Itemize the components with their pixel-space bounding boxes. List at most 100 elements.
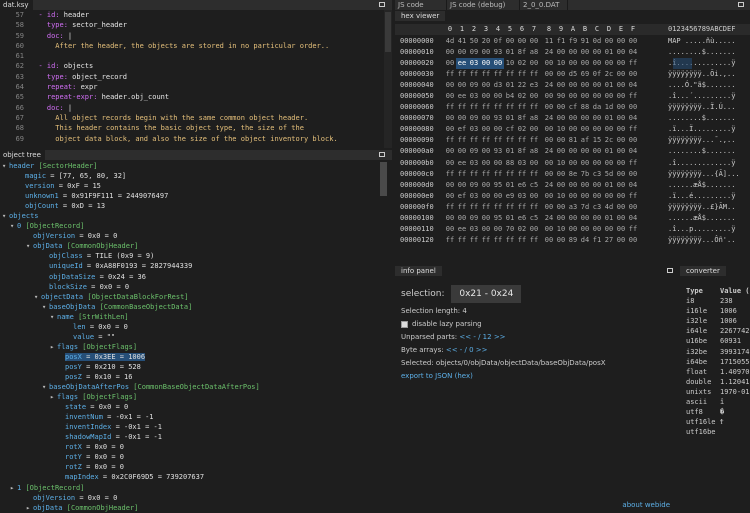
unparsed-nav[interactable]: << - / 12 >> — [459, 333, 505, 341]
hex-row[interactable]: 00000000 4d 41 50 20 0f 00 00 00 11 f1 f9 91 0d 00 00 00… — [395, 36, 750, 47]
hex-byte[interactable]: d3 — [492, 80, 504, 91]
hex-byte[interactable]: ef — [456, 191, 468, 202]
hex-byte[interactable]: 00 — [543, 102, 555, 113]
tree-row[interactable]: objVersion = 0x0 = 0 — [0, 493, 380, 503]
hex-byte[interactable]: 00 — [555, 102, 567, 113]
hex-byte[interactable]: 04 — [627, 146, 639, 157]
hex-byte[interactable]: 00 — [480, 224, 492, 235]
tab-js-code-debug[interactable]: JS code (debug) — [447, 0, 520, 10]
hex-byte[interactable]: c5 — [528, 180, 540, 191]
tree-node[interactable]: version = 0xF = 15 — [25, 182, 101, 190]
hex-byte[interactable]: 00 — [444, 146, 456, 157]
hex-byte[interactable]: ff — [468, 169, 480, 180]
hex-byte[interactable]: 00 — [528, 36, 540, 47]
expand-arrow-icon[interactable]: ▸ — [10, 483, 17, 493]
hex-byte[interactable]: ff — [627, 91, 639, 102]
hex-byte[interactable]: 00 — [615, 235, 627, 246]
hex-byte[interactable]: ff — [492, 102, 504, 113]
maximize-icon[interactable] — [379, 2, 385, 7]
hex-byte[interactable]: 01 — [603, 80, 615, 91]
hex-byte[interactable]: 88 — [579, 102, 591, 113]
hex-row[interactable]: 00000090 ff ff ff ff ff ff ff ff 00 00 81 af 15 2c 00 00… — [395, 135, 750, 146]
hex-byte[interactable]: 00 — [627, 102, 639, 113]
hex-byte[interactable]: 01 — [603, 213, 615, 224]
hex-byte[interactable]: 00 — [591, 58, 603, 69]
lazy-parsing-checkbox[interactable] — [401, 320, 408, 328]
hex-byte[interactable]: 02 — [516, 124, 528, 135]
hex-ascii[interactable]: ........$....... — [668, 47, 735, 58]
hex-byte[interactable]: 00 — [615, 80, 627, 91]
hex-byte[interactable]: 00 — [591, 91, 603, 102]
hex-byte[interactable]: ff — [468, 102, 480, 113]
hex-byte[interactable]: 00 — [543, 235, 555, 246]
hex-byte[interactable]: 01 — [603, 47, 615, 58]
hex-byte[interactable]: 00 — [603, 91, 615, 102]
hex-byte[interactable]: 00 — [579, 224, 591, 235]
hex-byte[interactable]: cf — [567, 102, 579, 113]
hex-byte[interactable]: 00 — [555, 146, 567, 157]
hex-byte[interactable]: 11 — [543, 36, 555, 47]
hex-byte[interactable]: ff — [528, 202, 540, 213]
tree-row[interactable]: state = 0x0 = 0 — [0, 402, 380, 412]
hex-byte[interactable]: 00 — [480, 113, 492, 124]
hex-row[interactable]: 00000080 00 ef 03 00 00 cf 02 00 00 10 00 00 00 00 00 ff… — [395, 124, 750, 135]
hex-byte[interactable]: ff — [504, 169, 516, 180]
tree-row[interactable]: ▾ objectData [ObjectDataBlockForRest] — [0, 292, 380, 302]
code-line[interactable]: type: object_record — [30, 72, 380, 82]
maximize-icon[interactable] — [738, 2, 744, 7]
hex-byte[interactable]: ff — [504, 202, 516, 213]
hex-byte[interactable]: 00 — [615, 202, 627, 213]
hex-byte[interactable]: 01 — [504, 180, 516, 191]
hex-byte[interactable]: ff — [456, 135, 468, 146]
hex-byte[interactable]: 00 — [567, 180, 579, 191]
hex-byte[interactable]: 93 — [492, 113, 504, 124]
hex-byte[interactable]: f1 — [555, 36, 567, 47]
hex-byte[interactable]: 22 — [516, 80, 528, 91]
hex-byte[interactable]: d5 — [567, 69, 579, 80]
tree-row[interactable]: inventIndex = -0x1 = -1 — [0, 422, 380, 432]
tree-node[interactable]: objVersion = 0x0 = 0 — [33, 232, 117, 240]
hex-byte[interactable]: 03 — [468, 124, 480, 135]
hex-row[interactable]: 000000a0 00 00 09 00 93 01 8f a8 24 00 00 00 00 01 00 04… — [395, 146, 750, 157]
hex-byte[interactable]: d4 — [579, 235, 591, 246]
tree-row[interactable]: ▾ baseObjDataAfterPos [CommonBaseObjectDa… — [0, 382, 380, 392]
export-json-link[interactable]: export to JSON — [401, 372, 452, 380]
tree-node[interactable]: inventNum = -0x1 = -1 — [65, 413, 154, 421]
hex-row[interactable]: 000000e0 00 ef 03 00 00 e9 03 00 00 10 00 00 00 00 00 ff… — [395, 191, 750, 202]
hex-byte[interactable]: 00 — [480, 180, 492, 191]
hex-byte[interactable]: 01 — [603, 146, 615, 157]
hex-byte[interactable]: 00 — [627, 202, 639, 213]
hex-byte[interactable]: ff — [480, 69, 492, 80]
tree-row[interactable]: magic = [77, 65, 80, 32] — [0, 171, 380, 181]
tab-object-tree[interactable]: object tree — [0, 150, 45, 160]
hex-byte[interactable]: 00 — [615, 58, 627, 69]
hex-byte[interactable]: 00 — [591, 47, 603, 58]
hex-byte[interactable]: 04 — [627, 80, 639, 91]
hex-byte[interactable]: 00 — [444, 213, 456, 224]
hex-byte[interactable]: 20 — [480, 36, 492, 47]
tree-node[interactable]: objDataSize = 0x24 = 36 — [49, 273, 146, 281]
hex-byte[interactable]: ff — [468, 135, 480, 146]
collapse-arrow-icon[interactable]: ▾ — [2, 161, 9, 171]
hex-byte[interactable]: 00 — [627, 235, 639, 246]
hex-byte[interactable]: 09 — [468, 113, 480, 124]
hex-byte[interactable]: 00 — [456, 80, 468, 91]
hex-byte[interactable]: 00 — [579, 91, 591, 102]
tree-node[interactable]: unknown1 = 0x91F9F111 = 2449076497 — [25, 192, 168, 200]
hex-ascii[interactable]: .ï...é.........ÿ — [668, 191, 735, 202]
hex-ascii[interactable]: .î.............ÿ — [668, 158, 735, 169]
hex-byte[interactable]: 8f — [516, 146, 528, 157]
hex-byte[interactable]: ff — [480, 135, 492, 146]
hex-byte[interactable]: 00 — [444, 80, 456, 91]
hex-byte[interactable]: ff — [444, 135, 456, 146]
code-line[interactable]: - id: header — [30, 10, 380, 20]
hex-byte[interactable]: ff — [504, 102, 516, 113]
hex-byte[interactable]: 00 — [528, 191, 540, 202]
hex-byte[interactable]: 00 — [555, 235, 567, 246]
hex-row[interactable]: 00000050 00 ee 03 00 00 b4 02 00 00 90 00 00 00 00 00 ff… — [395, 91, 750, 102]
tree-node[interactable]: inventIndex = -0x1 = -1 — [65, 423, 162, 431]
hex-ascii[interactable]: ÿÿÿÿÿÿÿÿ..Ï.Ú... — [668, 102, 735, 113]
hex-row[interactable]: 00000070 00 00 09 00 93 01 8f a8 24 00 00 00 00 01 00 04… — [395, 113, 750, 124]
hex-row[interactable]: 000000f0 ff ff ff ff ff ff ff ff 00 00 a3 7d c3 4d 00 00… — [395, 202, 750, 213]
collapse-arrow-icon[interactable]: ▾ — [42, 382, 49, 392]
